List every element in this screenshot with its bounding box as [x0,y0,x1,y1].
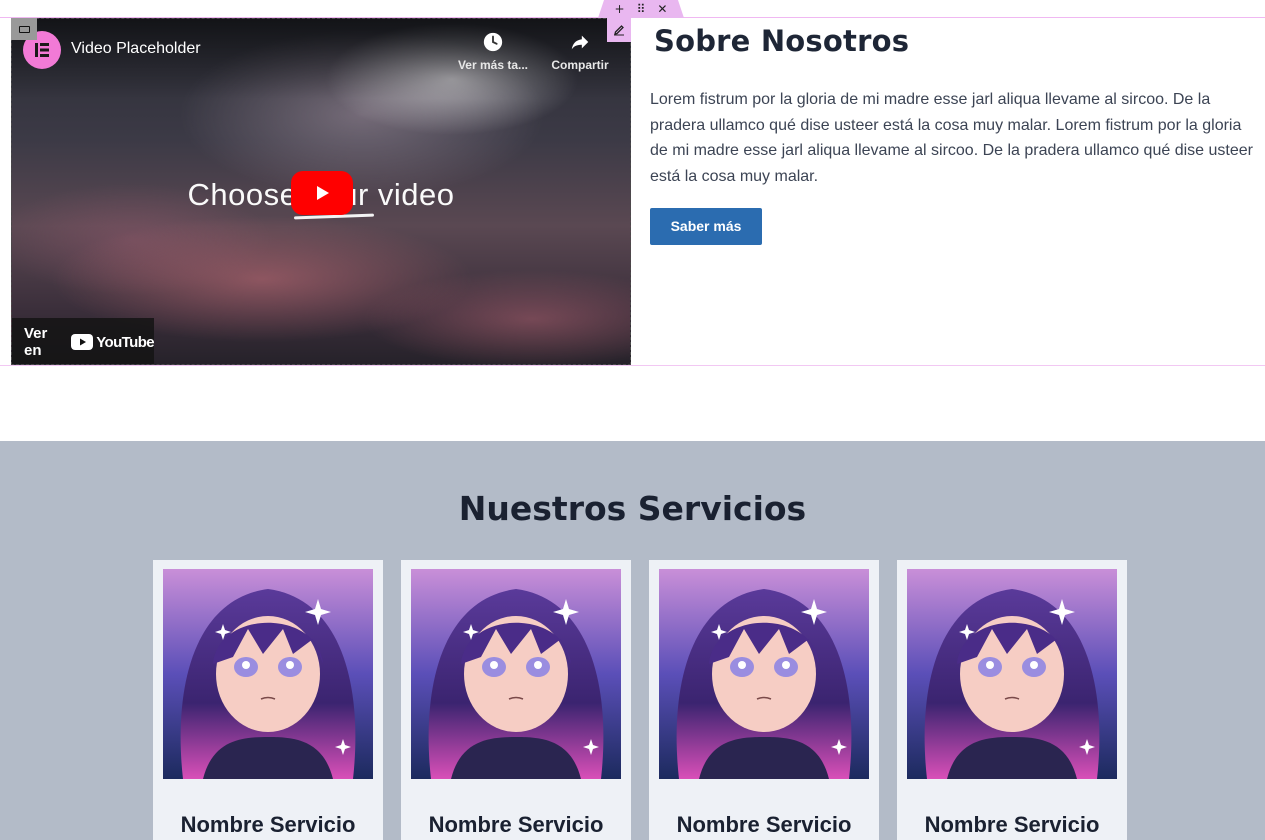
about-section: Video Placeholder Ver más ta... Comparti… [0,18,1265,366]
about-body: Lorem fistrum por la gloria de mi madre … [650,91,1253,185]
youtube-logo: YouTube [71,333,155,351]
page: + ⠿ ✕ Video Placeholder Ver más ta... Co… [0,0,1265,840]
share-label: Compartir [551,58,609,72]
column-toggle-icon[interactable] [11,18,37,40]
play-icon [317,186,329,200]
service-name: Nombre Servicio [428,812,604,837]
service-card[interactable]: Nombre Servicio [649,560,879,840]
section-handle[interactable]: + ⠿ ✕ [598,0,684,18]
service-card[interactable]: Nombre Servicio [401,560,631,840]
watch-later-button[interactable]: Ver más ta... [453,31,533,72]
learn-more-button[interactable]: Saber más [650,208,762,246]
watch-on-youtube-button[interactable]: Ver en YouTube [12,318,155,364]
about-title: Sobre Nosotros [654,24,910,58]
service-image [659,569,869,779]
services-title: Nuestros Servicios [458,489,807,528]
youtube-label: YouTube [96,333,154,351]
services-section: Nuestros Servicios Nombre Servicio Nombr… [0,441,1265,840]
service-name: Nombre Servicio [676,812,852,837]
service-name: Nombre Servicio [924,812,1100,837]
play-button[interactable] [291,171,353,215]
youtube-play-icon [71,334,94,350]
pencil-icon[interactable] [607,18,631,42]
service-name: Nombre Servicio [180,812,356,837]
service-card[interactable]: Nombre Servicio [153,560,383,840]
drag-grid-icon[interactable]: ⠿ [637,0,646,18]
watch-later-label: Ver más ta... [457,58,529,72]
about-content: Sobre Nosotros Lorem fistrum por la glor… [650,18,1258,246]
video-embed[interactable]: Video Placeholder Ver más ta... Comparti… [11,18,631,365]
watch-on-label: Ver en [24,325,48,359]
plus-icon[interactable]: + [615,0,625,18]
clock-icon [483,32,503,52]
service-card[interactable]: Nombre Servicio [897,560,1127,840]
share-arrow-icon [571,35,589,50]
close-icon[interactable]: ✕ [657,0,667,18]
video-title[interactable]: Video Placeholder [71,40,201,58]
service-image [907,569,1117,779]
service-image [411,569,621,779]
service-image [163,569,373,779]
